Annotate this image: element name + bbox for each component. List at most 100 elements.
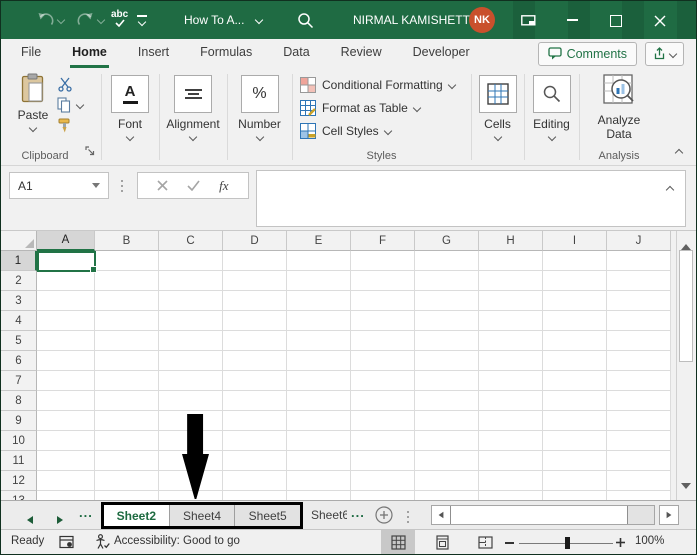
cell-J3[interactable] xyxy=(607,291,671,311)
cell-A12[interactable] xyxy=(37,471,95,491)
cell-I5[interactable] xyxy=(543,331,607,351)
cell-J8[interactable] xyxy=(607,391,671,411)
cell-C6[interactable] xyxy=(159,351,223,371)
close-button[interactable] xyxy=(654,14,666,32)
column-header-B[interactable]: B xyxy=(95,231,159,251)
cell-J11[interactable] xyxy=(607,451,671,471)
row-header-5[interactable]: 5 xyxy=(1,331,37,351)
column-header-D[interactable]: D xyxy=(223,231,287,251)
cell-I10[interactable] xyxy=(543,431,607,451)
formula-input[interactable] xyxy=(256,170,686,227)
scroll-right-button[interactable] xyxy=(659,505,679,525)
zoom-slider-thumb[interactable] xyxy=(565,537,570,549)
cell-F5[interactable] xyxy=(351,331,415,351)
alignment-dropdown-icon[interactable] xyxy=(189,133,197,141)
copy-dropdown-icon[interactable] xyxy=(76,101,84,109)
active-cell-selection[interactable] xyxy=(37,251,96,272)
zoom-level[interactable]: 100% xyxy=(635,535,664,547)
cell-J13[interactable] xyxy=(607,491,671,500)
horizontal-scroll-track[interactable] xyxy=(628,506,654,524)
sheet-tab-overflow[interactable]: Sheet6 xyxy=(311,508,347,522)
redo-button[interactable] xyxy=(77,12,104,27)
scroll-left-icon[interactable] xyxy=(432,506,450,524)
cells-button[interactable] xyxy=(479,75,517,113)
cut-button[interactable] xyxy=(58,77,72,97)
cell-I9[interactable] xyxy=(543,411,607,431)
cell-B9[interactable] xyxy=(95,411,159,431)
cell-C5[interactable] xyxy=(159,331,223,351)
cell-F6[interactable] xyxy=(351,351,415,371)
cell-D3[interactable] xyxy=(223,291,287,311)
cell-A2[interactable] xyxy=(37,271,95,291)
enter-icon[interactable] xyxy=(187,180,200,191)
row-header-10[interactable]: 10 xyxy=(1,431,37,451)
sheet-nav-right-icon[interactable] xyxy=(57,511,63,529)
cell-F2[interactable] xyxy=(351,271,415,291)
column-header-G[interactable]: G xyxy=(415,231,479,251)
cell-A10[interactable] xyxy=(37,431,95,451)
cell-E11[interactable] xyxy=(287,451,351,471)
cell-A6[interactable] xyxy=(37,351,95,371)
page-break-view-button[interactable] xyxy=(468,530,502,555)
cell-E4[interactable] xyxy=(287,311,351,331)
zoom-in-icon[interactable] xyxy=(615,537,626,551)
cell-D11[interactable] xyxy=(223,451,287,471)
cell-C2[interactable] xyxy=(159,271,223,291)
cell-B8[interactable] xyxy=(95,391,159,411)
cell-H8[interactable] xyxy=(479,391,543,411)
cell-E5[interactable] xyxy=(287,331,351,351)
row-header-12[interactable]: 12 xyxy=(1,471,37,491)
horizontal-scrollbar[interactable] xyxy=(431,505,655,525)
insert-function-icon[interactable]: fx xyxy=(219,178,228,194)
cell-E7[interactable] xyxy=(287,371,351,391)
cell-F4[interactable] xyxy=(351,311,415,331)
cell-G2[interactable] xyxy=(415,271,479,291)
tab-developer[interactable]: Developer xyxy=(411,39,472,68)
row-header-13[interactable]: 13 xyxy=(1,491,37,500)
cell-E13[interactable] xyxy=(287,491,351,500)
cell-F8[interactable] xyxy=(351,391,415,411)
cell-J4[interactable] xyxy=(607,311,671,331)
document-title[interactable]: How To A... xyxy=(184,1,262,39)
cell-H11[interactable] xyxy=(479,451,543,471)
editing-button[interactable] xyxy=(533,75,571,113)
cell-A11[interactable] xyxy=(37,451,95,471)
cell-B4[interactable] xyxy=(95,311,159,331)
cell-B6[interactable] xyxy=(95,351,159,371)
normal-view-button[interactable] xyxy=(381,530,415,555)
cell-E8[interactable] xyxy=(287,391,351,411)
row-header-1[interactable]: 1 xyxy=(1,251,37,271)
cell-E2[interactable] xyxy=(287,271,351,291)
avatar[interactable]: NK xyxy=(469,7,495,33)
column-header-E[interactable]: E xyxy=(287,231,351,251)
paste-label[interactable]: Paste xyxy=(5,108,61,122)
column-header-A[interactable]: A xyxy=(37,231,95,251)
cell-C8[interactable] xyxy=(159,391,223,411)
column-header-F[interactable]: F xyxy=(351,231,415,251)
tab-home[interactable]: Home xyxy=(70,39,109,68)
cell-E3[interactable] xyxy=(287,291,351,311)
cell-J10[interactable] xyxy=(607,431,671,451)
cell-C3[interactable] xyxy=(159,291,223,311)
cell-D9[interactable] xyxy=(223,411,287,431)
comments-button[interactable]: Comments xyxy=(538,42,637,66)
cell-J1[interactable] xyxy=(607,251,671,271)
cell-I12[interactable] xyxy=(543,471,607,491)
cell-A9[interactable] xyxy=(37,411,95,431)
cell-H6[interactable] xyxy=(479,351,543,371)
clipboard-dialog-launcher[interactable] xyxy=(85,143,95,161)
sheet-overflow-right[interactable]: ... xyxy=(351,505,365,520)
cell-I4[interactable] xyxy=(543,311,607,331)
cell-I7[interactable] xyxy=(543,371,607,391)
cell-A3[interactable] xyxy=(37,291,95,311)
cell-F3[interactable] xyxy=(351,291,415,311)
cell-B3[interactable] xyxy=(95,291,159,311)
alignment-button[interactable] xyxy=(174,75,212,113)
scroll-down-icon[interactable] xyxy=(681,476,691,494)
cell-A8[interactable] xyxy=(37,391,95,411)
cell-A7[interactable] xyxy=(37,371,95,391)
cell-H13[interactable] xyxy=(479,491,543,500)
cell-B11[interactable] xyxy=(95,451,159,471)
row-header-11[interactable]: 11 xyxy=(1,451,37,471)
cell-A13[interactable] xyxy=(37,491,95,500)
